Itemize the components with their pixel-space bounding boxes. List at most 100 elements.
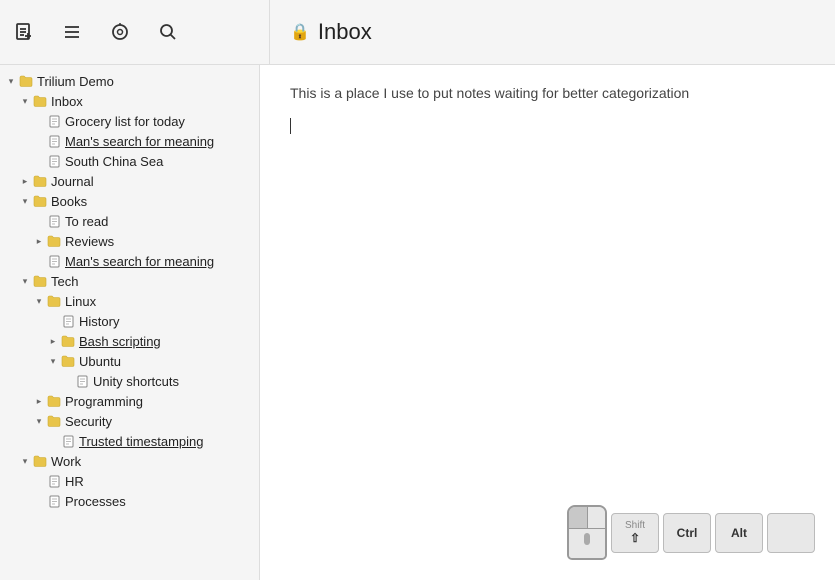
toggle-bash[interactable]: ▸ [46, 334, 60, 348]
keyboard-mouse-overlay: Shift ⇧ Ctrl Alt [567, 505, 815, 560]
toolbar: 🔒 Inbox [0, 0, 835, 65]
tree-item-processes[interactable]: Processes [0, 491, 259, 511]
tree-item-mans-search-inbox[interactable]: Man's search for meaning [0, 131, 259, 151]
toggle-grocery [32, 114, 46, 128]
tree-item-grocery[interactable]: Grocery list for today [0, 111, 259, 131]
ctrl-key: Ctrl [663, 513, 711, 553]
folder-icon-reviews [46, 233, 62, 249]
tree-item-hr[interactable]: HR [0, 471, 259, 491]
toggle-books[interactable]: ▾ [18, 194, 32, 208]
folder-icon-bash [60, 333, 76, 349]
toggle-south-china [32, 154, 46, 168]
note-icon-south-china [46, 153, 62, 169]
folder-icon-programming [46, 393, 62, 409]
note-list-button[interactable] [58, 18, 86, 46]
tree-label-hr: HR [65, 474, 84, 489]
folder-icon-work [32, 453, 48, 469]
toggle-linux[interactable]: ▾ [32, 294, 46, 308]
tree-label-tech: Tech [51, 274, 78, 289]
tree-item-trusted[interactable]: Trusted timestamping [0, 431, 259, 451]
toggle-ubuntu[interactable]: ▾ [46, 354, 60, 368]
new-note-button[interactable] [10, 18, 38, 46]
toggle-trilium-demo[interactable]: ▾ [4, 74, 18, 88]
toggle-inbox[interactable]: ▾ [18, 94, 32, 108]
mouse-right-btn [588, 507, 606, 528]
folder-icon-trilium-demo [18, 73, 34, 89]
tree-label-books: Books [51, 194, 87, 209]
toggle-programming[interactable]: ▸ [32, 394, 46, 408]
tree-label-reviews: Reviews [65, 234, 114, 249]
mouse-icon [567, 505, 607, 560]
toolbar-right: 🔒 Inbox [290, 19, 825, 45]
toggle-unity [60, 374, 74, 388]
tree-label-linux: Linux [65, 294, 96, 309]
tree-label-trilium-demo: Trilium Demo [37, 74, 114, 89]
note-icon-trusted [60, 433, 76, 449]
toggle-work[interactable]: ▾ [18, 454, 32, 468]
tree-label-journal: Journal [51, 174, 94, 189]
toolbar-left [10, 0, 270, 64]
tree-item-tech[interactable]: ▾ Tech [0, 271, 259, 291]
tree-item-journal[interactable]: ▸ Journal [0, 171, 259, 191]
note-icon-history [60, 313, 76, 329]
sidebar[interactable]: ▾ Trilium Demo▾ Inbox Grocery list for t… [0, 65, 260, 580]
tree-label-ubuntu: Ubuntu [79, 354, 121, 369]
page-title: Inbox [318, 19, 372, 45]
tree-label-programming: Programming [65, 394, 143, 409]
tree-item-programming[interactable]: ▸ Programming [0, 391, 259, 411]
tree-item-reviews[interactable]: ▸ Reviews [0, 231, 259, 251]
text-cursor [290, 118, 291, 134]
toggle-journal[interactable]: ▸ [18, 174, 32, 188]
content-description: This is a place I use to put notes waiti… [290, 85, 805, 101]
toggle-mans-search-books [32, 254, 46, 268]
note-icon-processes [46, 493, 62, 509]
tree-label-processes: Processes [65, 494, 126, 509]
tree-item-mans-search-books[interactable]: Man's search for meaning [0, 251, 259, 271]
tree-label-south-china: South China Sea [65, 154, 163, 169]
tree-item-security[interactable]: ▾ Security [0, 411, 259, 431]
alt-key: Alt [715, 513, 763, 553]
tree-label-bash: Bash scripting [79, 334, 161, 349]
tree-label-mans-search-inbox: Man's search for meaning [65, 134, 214, 149]
toggle-to-read [32, 214, 46, 228]
folder-icon-linux [46, 293, 62, 309]
tree-item-to-read[interactable]: To read [0, 211, 259, 231]
tree-item-ubuntu[interactable]: ▾ Ubuntu [0, 351, 259, 371]
tree-label-to-read: To read [65, 214, 108, 229]
note-icon-to-read [46, 213, 62, 229]
tree-label-grocery: Grocery list for today [65, 114, 185, 129]
tree-item-linux[interactable]: ▾ Linux [0, 291, 259, 311]
tree-label-history: History [79, 314, 119, 329]
tree-item-south-china[interactable]: South China Sea [0, 151, 259, 171]
tree-label-trusted: Trusted timestamping [79, 434, 204, 449]
toggle-processes [32, 494, 46, 508]
toggle-tech[interactable]: ▾ [18, 274, 32, 288]
tree-item-unity[interactable]: Unity shortcuts [0, 371, 259, 391]
search-button[interactable] [154, 18, 182, 46]
mouse-body [569, 549, 605, 558]
tree-item-books[interactable]: ▾ Books [0, 191, 259, 211]
folder-icon-books [32, 193, 48, 209]
tree-item-inbox[interactable]: ▾ Inbox [0, 91, 259, 111]
tree-item-history[interactable]: History [0, 311, 259, 331]
toggle-mans-search-inbox [32, 134, 46, 148]
note-icon-mans-search-inbox [46, 133, 62, 149]
tree-item-bash[interactable]: ▸ Bash scripting [0, 331, 259, 351]
lock-area: 🔒 Inbox [290, 19, 372, 45]
toggle-trusted [46, 434, 60, 448]
history-button[interactable] [106, 18, 134, 46]
toggle-reviews[interactable]: ▸ [32, 234, 46, 248]
toggle-security[interactable]: ▾ [32, 414, 46, 428]
toggle-hr [32, 474, 46, 488]
note-icon-unity [74, 373, 90, 389]
folder-icon-inbox [32, 93, 48, 109]
folder-icon-tech [32, 273, 48, 289]
mouse-scroll [584, 533, 590, 545]
tree-item-trilium-demo[interactable]: ▾ Trilium Demo [0, 71, 259, 91]
tree-item-work[interactable]: ▾ Work [0, 451, 259, 471]
folder-icon-security [46, 413, 62, 429]
main: ▾ Trilium Demo▾ Inbox Grocery list for t… [0, 65, 835, 580]
empty-key [767, 513, 815, 553]
tree-label-work: Work [51, 454, 81, 469]
content-area: This is a place I use to put notes waiti… [260, 65, 835, 580]
